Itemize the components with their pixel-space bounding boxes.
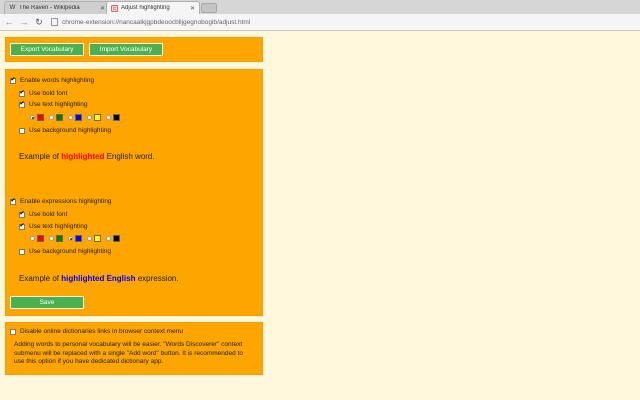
words-example: Example of highlighted English word.	[19, 152, 155, 161]
import-vocabulary-button[interactable]: Import Vocabulary	[89, 43, 163, 56]
expressions-color-radio[interactable]	[49, 236, 54, 241]
tab-the-raven[interactable]: W The Raven - Wikipedia ✕	[4, 1, 110, 14]
expressions-text-checkbox[interactable]	[19, 223, 25, 230]
url-text: chrome-extension://nancaalkjgpbdeoocbllj…	[62, 18, 251, 26]
enable-words-checkbox[interactable]	[10, 77, 16, 84]
words-color-swatch	[94, 114, 101, 121]
words-text-label: Use text highlighting	[29, 101, 88, 108]
expressions-color-radio[interactable]	[68, 236, 73, 241]
disable-dictionaries-label: Disable online dictionaries links in bro…	[20, 328, 183, 335]
expressions-text-label: Use text highlighting	[29, 223, 88, 230]
browser-toolbar: ← → ↻ chrome-extension://nancaalkjgpbdeo…	[0, 14, 640, 31]
expressions-text-row[interactable]: Use text highlighting	[19, 223, 88, 230]
forward-icon[interactable]: →	[18, 16, 30, 28]
enable-expressions-checkbox[interactable]	[10, 198, 16, 205]
new-tab-button[interactable]	[201, 3, 217, 13]
page-icon	[51, 18, 58, 26]
words-color-picker	[30, 114, 125, 121]
words-bold-row[interactable]: Use bold font	[19, 90, 67, 97]
expressions-bold-row[interactable]: Use bold font	[19, 211, 67, 218]
expressions-color-swatch	[75, 235, 82, 242]
close-icon[interactable]: ✕	[100, 5, 105, 12]
expressions-bg-checkbox[interactable]	[19, 248, 25, 255]
expressions-color-radio[interactable]	[30, 236, 35, 241]
words-bg-checkbox[interactable]	[19, 127, 25, 134]
words-color-swatch	[113, 114, 120, 121]
tab-title: Adjust highlighting	[121, 5, 170, 11]
expressions-color-swatch	[113, 235, 120, 242]
enable-words-label: Enable words highlighting	[20, 77, 95, 84]
expressions-bold-checkbox[interactable]	[19, 211, 25, 218]
words-bg-label: Use background highlighting	[29, 127, 112, 134]
address-bar[interactable]: chrome-extension://nancaalkjgpbdeoocbllj…	[51, 16, 634, 28]
expressions-color-radio[interactable]	[87, 236, 92, 241]
example-prefix: Example of	[19, 152, 62, 161]
example-suffix: expression.	[135, 274, 179, 283]
words-color-swatch	[75, 114, 82, 121]
tab-adjust-highlighting[interactable]: Adjust highlighting ✕	[106, 1, 200, 14]
reload-icon[interactable]: ↻	[33, 16, 45, 28]
tab-title: The Raven - Wikipedia	[19, 5, 80, 11]
enable-words-row[interactable]: Enable words highlighting	[10, 77, 94, 84]
expressions-bold-label: Use bold font	[29, 211, 68, 218]
expressions-color-swatch	[94, 235, 101, 242]
expressions-bg-row[interactable]: Use background highlighting	[19, 248, 111, 255]
expressions-color-radio[interactable]	[106, 236, 111, 241]
words-color-swatch	[37, 114, 44, 121]
disable-dictionaries-row[interactable]: Disable online dictionaries links in bro…	[10, 328, 183, 335]
expressions-color-swatch	[37, 235, 44, 242]
expressions-color-swatch	[56, 235, 63, 242]
example-highlight: highlighted English	[61, 274, 136, 283]
back-icon[interactable]: ←	[3, 16, 15, 28]
disable-dictionaries-checkbox[interactable]	[10, 328, 16, 335]
words-bold-label: Use bold font	[29, 90, 68, 97]
words-color-radio[interactable]	[106, 115, 111, 120]
example-suffix: English word.	[104, 152, 155, 161]
page-icon	[111, 4, 118, 12]
expressions-example: Example of highlighted English expressio…	[19, 274, 179, 283]
example-prefix: Example of	[19, 274, 62, 283]
expressions-color-picker	[30, 235, 125, 242]
example-highlight: highlighted	[61, 152, 105, 161]
words-color-radio[interactable]	[68, 115, 73, 120]
wikipedia-icon: W	[9, 5, 16, 11]
words-bg-row[interactable]: Use background highlighting	[19, 127, 111, 134]
expressions-bg-label: Use background highlighting	[29, 248, 112, 255]
words-text-row[interactable]: Use text highlighting	[19, 101, 88, 108]
save-button[interactable]: Save	[10, 296, 84, 309]
dictionary-note: Adding words to personal vocabulary will…	[14, 341, 243, 366]
enable-expressions-row[interactable]: Enable expressions highlighting	[10, 198, 111, 205]
words-color-radio[interactable]	[49, 115, 54, 120]
close-icon[interactable]: ✕	[190, 5, 195, 12]
words-color-radio[interactable]	[87, 115, 92, 120]
words-color-swatch	[56, 114, 63, 121]
words-color-radio[interactable]	[30, 115, 35, 120]
words-text-checkbox[interactable]	[19, 101, 25, 108]
export-vocabulary-button[interactable]: Export Vocabulary	[10, 43, 84, 56]
tab-bar: W The Raven - Wikipedia ✕ Adjust highlig…	[0, 0, 640, 14]
words-bold-checkbox[interactable]	[19, 90, 25, 97]
enable-expressions-label: Enable expressions highlighting	[20, 198, 112, 205]
